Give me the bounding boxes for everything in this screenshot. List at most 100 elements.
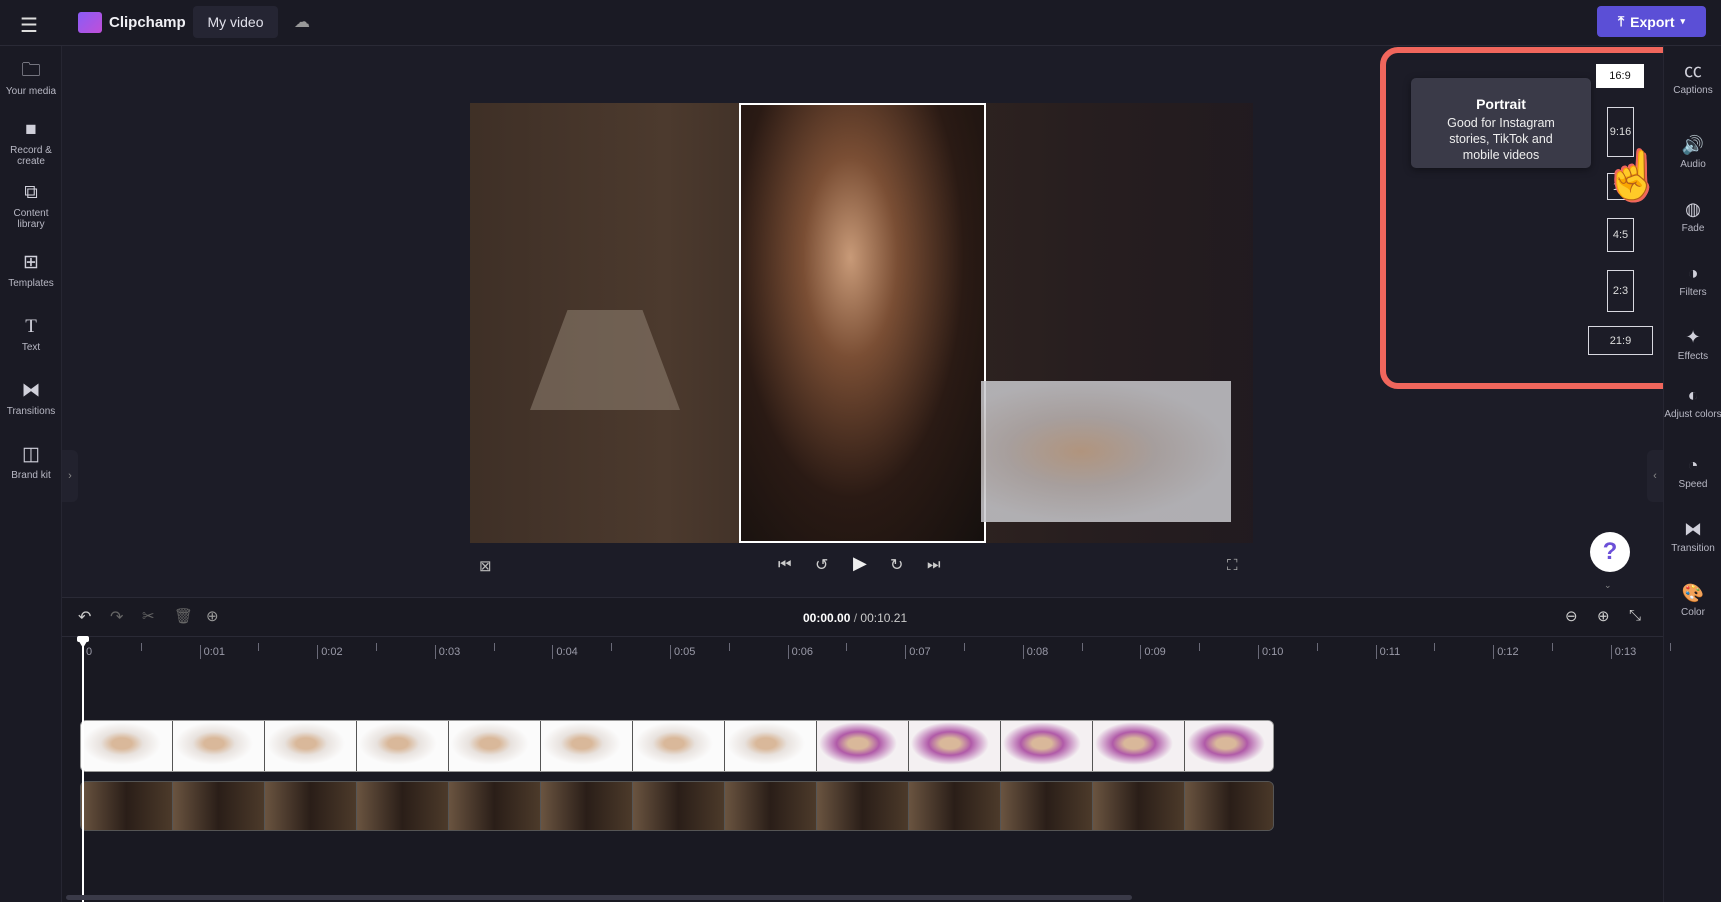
ratio-16-9[interactable]: 16:9 [1596, 64, 1644, 88]
ruler-minor-tick [140, 643, 142, 651]
skip-back-icon[interactable]: ⏮ [778, 556, 792, 573]
expand-left-panel-button[interactable]: › [62, 450, 78, 502]
sidebar-item-effects[interactable]: ✦ Effects [1664, 326, 1721, 362]
sidebar-item-fade[interactable]: ◍ Fade [1664, 198, 1721, 234]
sidebar-item-adjust-colors[interactable]: ◐ Adjust colors [1664, 384, 1721, 420]
export-button[interactable]: ⤒ Export ▾ [1597, 6, 1706, 37]
project-title[interactable]: My video [193, 6, 278, 38]
speed-icon: ◔ [1687, 455, 1699, 475]
content-library-icon: ⧉ [24, 182, 38, 203]
adjust-colors-icon: ◐ [1687, 385, 1699, 405]
effects-icon: ✦ [1685, 327, 1701, 347]
skip-forward-icon[interactable]: ⏭ [927, 556, 941, 573]
sidebar-item-templates[interactable]: ⊞ Templates [0, 252, 62, 289]
fade-icon: ◍ [1685, 199, 1701, 219]
ruler-tick-label: 0:02 [317, 645, 343, 659]
collapse-right-panel-button[interactable]: ‹ [1647, 450, 1663, 502]
ruler-tick-label: 0:04 [552, 645, 578, 659]
sidebar-item-audio[interactable]: 🔊 Audio [1664, 134, 1721, 170]
clip-thumbnail [81, 721, 173, 771]
clip-thumbnail [541, 782, 633, 830]
transitions-icon: ⧓ [21, 380, 41, 401]
fullscreen-icon[interactable]: ⛶ [1227, 557, 1238, 574]
ruler-minor-tick [1434, 643, 1436, 651]
chevron-down-icon[interactable]: ⌄ [1604, 580, 1612, 591]
clip-thumbnail [909, 782, 1001, 830]
redo-icon[interactable]: ↷ [110, 607, 123, 627]
sidebar-item-record-create[interactable]: ■ Record & create [0, 119, 62, 167]
sidebar-item-color[interactable]: 🎨 Color [1664, 582, 1721, 618]
clip-thumbnail [817, 721, 909, 771]
ruler-tick-label: 0:11 [1375, 645, 1400, 659]
portrait-crop-frame[interactable] [739, 103, 986, 543]
split-scissors-icon[interactable]: ✂ [142, 607, 155, 625]
timeline-scrollbar[interactable] [66, 895, 1132, 900]
zoom-in-icon[interactable]: ⊕ [1597, 607, 1610, 625]
ruler-minor-tick [1316, 643, 1318, 651]
ruler-minor-tick [611, 643, 613, 651]
clip-thumbnail [265, 782, 357, 830]
sidebar-item-captions[interactable]: ㏄ Captions [1664, 60, 1721, 96]
clip-thumbnail [1001, 721, 1093, 771]
clip-thumbnail [173, 721, 265, 771]
ruler-minor-tick [964, 643, 965, 651]
sidebar-item-text[interactable]: T Text [0, 316, 62, 353]
overlay-video-track-clip[interactable] [80, 720, 1274, 772]
sidebar-item-your-media[interactable]: 🗀 Your media [0, 60, 62, 97]
chevron-down-icon: ▾ [1680, 16, 1686, 26]
ratio-21-9[interactable]: 21:9 [1588, 326, 1653, 355]
ratio-2-3[interactable]: 2:3 [1607, 270, 1634, 312]
transition-icon: ⧓ [1684, 519, 1702, 539]
zoom-out-icon[interactable]: ⊖ [1565, 607, 1578, 625]
clip-thumbnail [1185, 721, 1273, 771]
sidebar-item-label: Adjust colors [1664, 409, 1721, 420]
playhead-top[interactable] [77, 636, 89, 642]
audio-icon: 🔊 [1681, 135, 1705, 155]
sidebar-item-label: Audio [1680, 159, 1706, 170]
ruler-minor-tick [1081, 643, 1083, 651]
fit-timeline-icon[interactable]: ⤡ [1629, 607, 1641, 624]
app-name: Clipchamp [109, 14, 186, 31]
ruler-tick-label: 0:09 [1140, 645, 1166, 659]
sidebar-item-label: Color [1681, 607, 1705, 618]
filters-icon: ◑ [1687, 263, 1699, 283]
ruler-minor-tick [846, 643, 848, 651]
clip-thumbnail [449, 782, 541, 830]
captions-icon: ㏄ [1684, 61, 1702, 81]
overlay-video-clip[interactable] [981, 381, 1231, 522]
total-time: 00:10.21 [860, 611, 908, 625]
ruler-tick-label: 0:03 [434, 645, 460, 659]
sidebar-item-speed[interactable]: ◔ Speed [1664, 454, 1721, 490]
hide-preview-icon[interactable]: ⊠ [479, 557, 492, 575]
help-button[interactable]: ? [1590, 532, 1630, 572]
main-video-track-clip[interactable] [80, 781, 1274, 831]
playhead-line [82, 645, 84, 902]
sidebar-item-label: Transitions [6, 406, 56, 417]
forward-5-icon[interactable]: ↻ [890, 555, 903, 575]
timecode: 00:00.00 / 00:10.21 [803, 611, 907, 625]
sidebar-item-brand-kit[interactable]: ◫ Brand kit [0, 444, 62, 481]
sidebar-item-content-library[interactable]: ⧉ Content library [0, 182, 62, 230]
clip-thumbnail [633, 721, 725, 771]
time-separator: / [853, 611, 858, 625]
ratio-4-5[interactable]: 4:5 [1607, 218, 1634, 252]
delete-icon[interactable]: 🗑 [174, 607, 193, 625]
add-media-icon[interactable]: ⊕ [206, 607, 219, 625]
sidebar-item-transitions[interactable]: ⧓ Transitions [0, 380, 62, 417]
video-camera-icon: ■ [25, 119, 37, 140]
color-palette-icon: 🎨 [1681, 583, 1705, 603]
hamburger-menu-icon[interactable]: ☰ [20, 13, 38, 38]
ruler-tick-label: 0:07 [905, 645, 931, 659]
clip-thumbnail [1093, 721, 1185, 771]
sidebar-item-label: Speed [1678, 479, 1708, 490]
sidebar-item-filters[interactable]: ◑ Filters [1664, 262, 1721, 298]
clipchamp-logo-icon [78, 12, 102, 33]
text-icon: T [25, 316, 37, 337]
left-sidebar: 🗀 Your media ■ Record & create ⧉ Content li… [0, 46, 62, 902]
sidebar-item-transition[interactable]: ⧓ Transition [1664, 518, 1721, 554]
rewind-5-icon[interactable]: ↺ [815, 555, 828, 575]
play-icon[interactable]: ▶ [853, 553, 867, 574]
ruler-minor-tick [728, 643, 730, 651]
undo-icon[interactable]: ↶ [78, 607, 91, 627]
sidebar-item-label: Templates [8, 278, 54, 289]
